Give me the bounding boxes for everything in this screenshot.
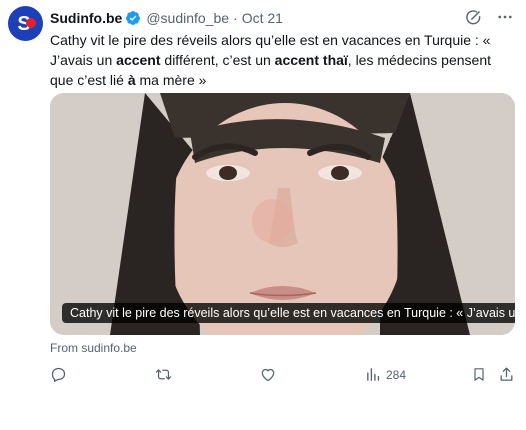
like-icon	[261, 368, 275, 382]
more-icon[interactable]	[496, 8, 514, 26]
tweet-text-bold: à	[127, 72, 136, 88]
tweet-text-part: différent, c’est un	[160, 52, 275, 68]
account-handle[interactable]: @sudinfo_be	[146, 10, 229, 26]
tweet-text: Cathy vit le pire des réveils alors qu’e…	[50, 30, 510, 90]
avatar[interactable]: S	[8, 6, 43, 41]
tweet-text-bold: accent	[116, 52, 161, 68]
account-name[interactable]: Sudinfo.be	[50, 10, 122, 26]
media-caption: Cathy vit le pire des réveils alors qu’e…	[62, 303, 515, 323]
like-button[interactable]	[259, 366, 277, 383]
tweet-date[interactable]: Oct 21	[242, 10, 283, 26]
views-button[interactable]: 284	[365, 366, 406, 383]
header-separator: ·	[233, 10, 238, 26]
reply-icon	[51, 367, 66, 382]
tweet-text-bold: accent thaï	[274, 52, 348, 68]
retweet-button[interactable]	[154, 366, 173, 383]
verified-icon	[126, 11, 141, 25]
tweet-text-part: ma mère »	[135, 72, 207, 88]
bookmark-button[interactable]	[471, 366, 487, 383]
share-icon	[500, 367, 513, 381]
retweet-icon	[155, 369, 172, 380]
bookmark-icon	[474, 368, 484, 381]
views-count: 284	[386, 367, 407, 382]
media-card[interactable]: Cathy vit le pire des réveils alors qu’e…	[50, 93, 515, 335]
avatar-logo-dot	[26, 18, 36, 28]
share-button[interactable]	[498, 366, 515, 383]
grok-icon[interactable]	[465, 9, 482, 26]
tweet-actions: 284	[50, 366, 518, 386]
views-icon	[367, 368, 380, 381]
link-source[interactable]: From sudinfo.be	[50, 341, 137, 355]
media-image	[50, 93, 515, 335]
reply-button[interactable]	[50, 366, 67, 383]
tweet-header: Sudinfo.be @sudinfo_be · Oct 21	[50, 8, 516, 28]
